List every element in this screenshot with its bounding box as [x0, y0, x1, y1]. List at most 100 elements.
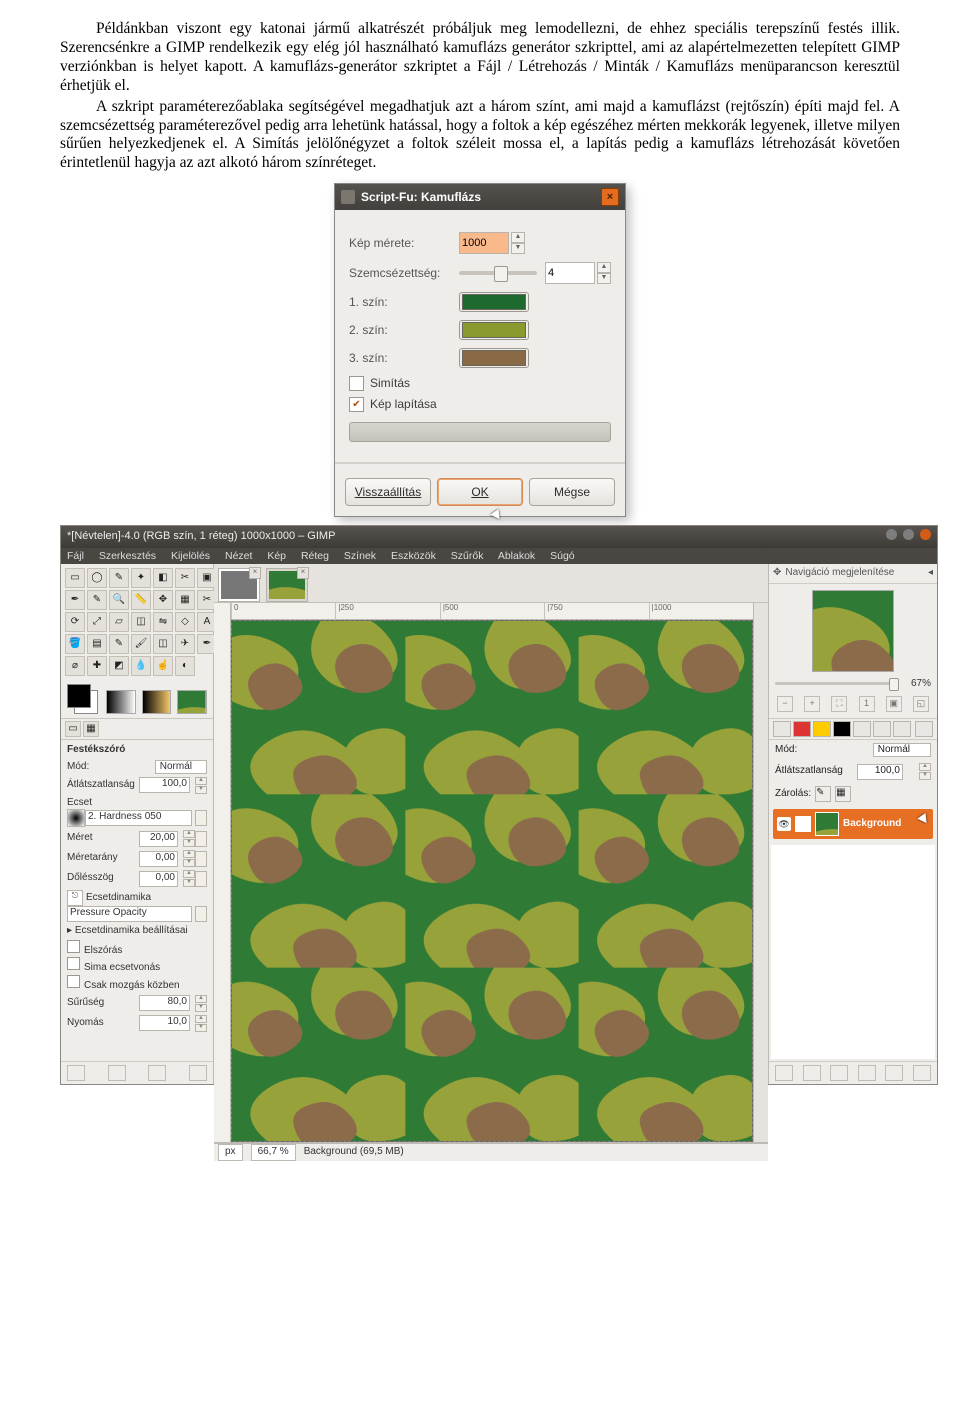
status-unit[interactable]: px — [218, 1144, 243, 1160]
tool-ellipse-select-icon[interactable]: ◯ — [87, 568, 107, 588]
tool-paths-icon[interactable]: ✒ — [65, 590, 85, 610]
menu-layer[interactable]: Réteg — [301, 550, 329, 562]
tool-free-select-icon[interactable]: ✎ — [109, 568, 129, 588]
tool-clone-icon[interactable]: ⌀ — [65, 656, 85, 676]
tool-dodge-icon[interactable]: ◐ — [175, 656, 195, 676]
zoom-shrink-icon[interactable]: ◱ — [913, 696, 929, 712]
grain-slider[interactable] — [459, 271, 537, 275]
opt-dyn-value[interactable]: Pressure Opacity — [67, 906, 192, 922]
menu-file[interactable]: Fájl — [67, 550, 84, 562]
smooth-checkbox[interactable] — [349, 376, 364, 391]
layer-background[interactable]: 👁 Background — [773, 809, 933, 839]
tool-heal-icon[interactable]: ✚ — [87, 656, 107, 676]
scatter-checkbox[interactable] — [67, 940, 80, 953]
cancel-button[interactable]: Mégse — [529, 478, 615, 506]
layer-opacity-value[interactable]: 100,0 — [857, 764, 903, 780]
color2-button[interactable] — [459, 320, 529, 340]
menu-colors[interactable]: Színek — [344, 550, 376, 562]
tab-close-icon[interactable]: × — [249, 567, 261, 579]
layer-link-icon[interactable] — [795, 816, 811, 832]
opt-opacity-value[interactable]: 100,0 — [139, 777, 190, 793]
opt-aspect-value[interactable]: 0,00 — [139, 851, 178, 867]
menu-view[interactable]: Nézet — [225, 550, 252, 562]
restore-options-icon[interactable] — [108, 1065, 126, 1081]
grain-input[interactable] — [545, 262, 595, 284]
tool-fuzzy-select-icon[interactable]: ✦ — [131, 568, 151, 588]
brush-preview-icon[interactable] — [67, 809, 85, 827]
menu-windows[interactable]: Ablakok — [498, 550, 535, 562]
tool-blend-icon[interactable]: ▤ — [87, 634, 107, 654]
gradients-tab-icon[interactable] — [893, 721, 911, 737]
ok-button[interactable]: OK — [437, 478, 523, 506]
zoom-out-icon[interactable]: − — [777, 696, 793, 712]
tool-perspective-clone-icon[interactable]: ◩ — [109, 656, 129, 676]
smoothstroke-checkbox[interactable] — [67, 957, 80, 970]
fg-bg-colors[interactable] — [61, 680, 213, 718]
paths-tab-icon[interactable] — [813, 721, 831, 737]
tool-flip-icon[interactable]: ⇋ — [153, 612, 173, 632]
tool-zoom-icon[interactable]: 🔍 — [109, 590, 129, 610]
opt-dyn-settings[interactable]: Ecsetdinamika beállításai — [75, 925, 188, 936]
dyn-edit-icon[interactable] — [195, 906, 207, 922]
panel-menu-icon[interactable]: ◂ — [928, 567, 933, 579]
color3-button[interactable] — [459, 348, 529, 368]
size-reset-icon[interactable] — [195, 831, 207, 847]
reset-button[interactable]: Visszaállítás — [345, 478, 431, 506]
menu-help[interactable]: Súgó — [550, 550, 575, 562]
close-icon[interactable]: × — [601, 188, 619, 206]
anchor-layer-icon[interactable] — [885, 1065, 903, 1081]
gradient-swatch[interactable] — [106, 690, 136, 714]
lock-pixels-icon[interactable]: ✎ — [815, 786, 831, 802]
opt-mode-value[interactable]: Normál — [155, 760, 207, 774]
vertical-ruler[interactable] — [214, 603, 231, 1142]
spin-up-icon[interactable]: ▲ — [597, 262, 611, 273]
zoom-fill-icon[interactable]: ▣ — [886, 696, 902, 712]
tool-eraser-icon[interactable]: ◫ — [153, 634, 173, 654]
menu-select[interactable]: Kijelölés — [171, 550, 210, 562]
active-pattern-swatch[interactable] — [177, 690, 207, 714]
window-close-icon[interactable] — [920, 529, 931, 540]
tool-options-tab-icon[interactable]: ▭ — [65, 721, 81, 737]
motiononly-checkbox[interactable] — [67, 975, 80, 988]
save-options-icon[interactable] — [67, 1065, 85, 1081]
tool-by-color-select-icon[interactable]: ◧ — [153, 568, 173, 588]
tool-move-icon[interactable]: ✥ — [153, 590, 173, 610]
delete-options-icon[interactable] — [148, 1065, 166, 1081]
status-zoom[interactable]: 66,7 % — [251, 1144, 296, 1160]
vertical-scrollbar[interactable] — [753, 603, 768, 1142]
tool-airbrush-icon[interactable]: ✈ — [175, 634, 195, 654]
tool-scale-icon[interactable]: ⤢ — [87, 612, 107, 632]
layer-mode-select[interactable]: Normál — [873, 743, 931, 757]
doc-tab-2-active[interactable]: × — [266, 568, 308, 602]
flatten-checkbox[interactable]: ✔ — [349, 397, 364, 412]
zoom-fit-icon[interactable]: ⛶ — [831, 696, 847, 712]
canvas[interactable] — [231, 620, 753, 1142]
tool-pencil-icon[interactable]: ✎ — [109, 634, 129, 654]
aspect-reset-icon[interactable] — [195, 851, 207, 867]
tool-shear-icon[interactable]: ▱ — [109, 612, 129, 632]
menu-edit[interactable]: Szerkesztés — [99, 550, 156, 562]
maximize-icon[interactable] — [903, 529, 914, 540]
spin-down-icon[interactable]: ▼ — [511, 243, 525, 254]
tool-color-picker-icon[interactable]: ✎ — [87, 590, 107, 610]
dynamics-icon[interactable]: ⎋ — [67, 890, 83, 906]
tool-paintbrush-icon[interactable]: 🖌 — [131, 634, 151, 654]
horizontal-ruler[interactable]: 0 |250 |500 |750 |1000 — [231, 603, 753, 620]
menu-image[interactable]: Kép — [267, 550, 286, 562]
menu-filters[interactable]: Szűrők — [451, 550, 484, 562]
device-status-tab-icon[interactable]: ▦ — [83, 721, 99, 737]
angle-reset-icon[interactable] — [195, 871, 207, 887]
color1-button[interactable] — [459, 292, 529, 312]
tool-blur-icon[interactable]: 💧 — [131, 656, 151, 676]
tool-bucket-icon[interactable]: 🪣 — [65, 634, 85, 654]
doc-tab-1[interactable]: × — [218, 568, 260, 602]
brushes-tab-icon[interactable] — [853, 721, 871, 737]
lower-layer-icon[interactable] — [830, 1065, 848, 1081]
tool-align-icon[interactable]: ▦ — [175, 590, 195, 610]
zoom-100-icon[interactable]: 1 — [859, 696, 875, 712]
reset-options-icon[interactable] — [189, 1065, 207, 1081]
tool-perspective-icon[interactable]: ◫ — [131, 612, 151, 632]
spin-up-icon[interactable]: ▲ — [511, 232, 525, 243]
menu-bar[interactable]: Fájl Szerkesztés Kijelölés Nézet Kép Rét… — [61, 548, 937, 565]
window-titlebar[interactable]: *[Névtelen]-4.0 (RGB szín, 1 réteg) 1000… — [61, 526, 937, 547]
